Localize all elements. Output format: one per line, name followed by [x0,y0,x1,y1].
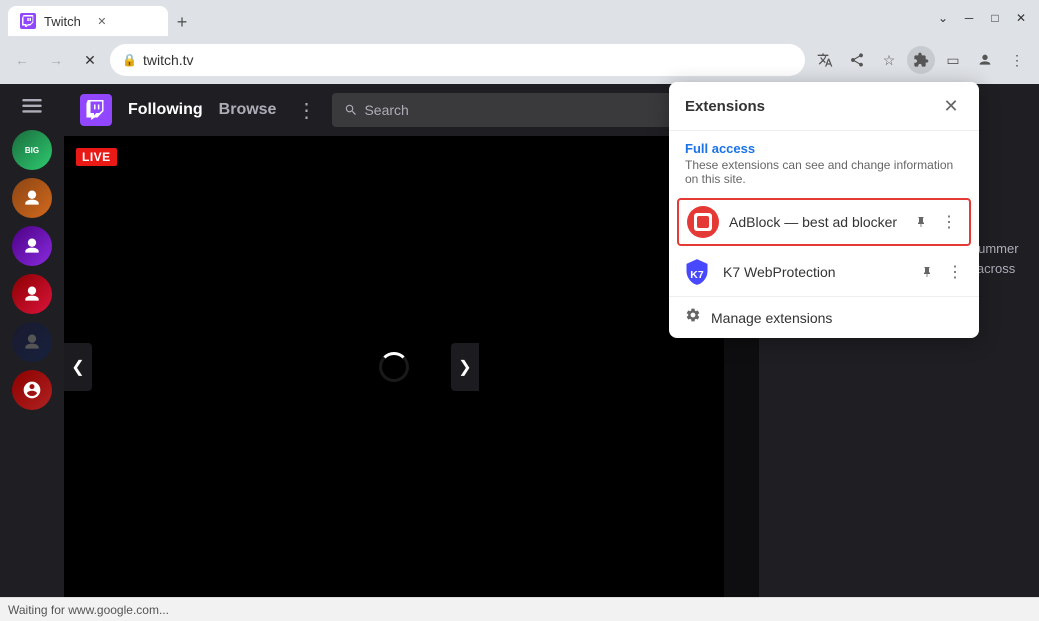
manage-extensions-item[interactable]: Manage extensions [669,296,979,338]
loading-spinner [379,352,409,382]
manage-extensions-label: Manage extensions [711,310,832,326]
svg-text:K7: K7 [690,269,704,281]
k7-name: K7 WebProtection [723,264,905,280]
adblock-name: AdBlock — best ad blocker [729,214,899,230]
adblock-pin-button[interactable] [909,210,933,234]
k7-actions: ⋮ [915,260,967,284]
url-bar[interactable]: 🔒 twitch.tv [110,44,805,76]
left-sidebar: BIG [0,84,64,597]
sidebar-avatar-4[interactable] [12,274,52,314]
twitch-logo[interactable] [80,94,112,126]
menu-icon[interactable]: ⋮ [1003,46,1031,74]
browse-link[interactable]: Browse [219,101,277,119]
status-bar: Waiting for www.google.com... [0,597,1039,621]
status-text: Waiting for www.google.com... [8,603,169,617]
window-controls: ⌄ ─ □ ✕ [933,8,1031,28]
k7-extension-item[interactable]: K7 K7 WebProtection ⋮ [669,248,979,296]
full-access-description: These extensions can see and change info… [685,158,963,186]
prev-button[interactable]: ❮ [64,343,92,391]
minimize-button[interactable]: ─ [959,8,979,28]
k7-icon: K7 [681,256,713,288]
adblock-actions: ⋮ [909,210,961,234]
twitch-tab[interactable]: Twitch ✕ [8,6,168,36]
sidebar-avatar-3[interactable] [12,226,52,266]
forward-button[interactable]: → [42,46,70,74]
tab-bar: Twitch ✕ + [8,0,925,36]
toolbar-icons: ☆ ▭ ⋮ [811,46,1031,74]
k7-more-button[interactable]: ⋮ [943,260,967,284]
next-button[interactable]: ❯ [451,343,479,391]
full-access-title: Full access [685,141,963,156]
sidebar-avatar-2[interactable] [12,178,52,218]
url-text: twitch.tv [143,52,793,68]
extensions-icon[interactable] [907,46,935,74]
popup-title: Extensions [685,98,765,115]
search-bar[interactable]: Search [332,93,672,127]
adblock-extension-item[interactable]: AdBlock — best ad blocker ⋮ [677,198,971,246]
share-icon[interactable] [843,46,871,74]
tab-favicon [20,13,36,29]
maximize-button[interactable]: □ [985,8,1005,28]
following-link[interactable]: Following [128,101,203,119]
sidebar-avatar-5[interactable] [12,322,52,362]
full-access-section: Full access These extensions can see and… [669,131,979,196]
popup-close-button[interactable]: ✕ [939,94,963,118]
close-button[interactable]: ✕ [1011,8,1031,28]
search-placeholder: Search [364,102,408,118]
profile-icon[interactable] [971,46,999,74]
adblock-more-button[interactable]: ⋮ [937,210,961,234]
tab-close-button[interactable]: ✕ [93,12,111,30]
reload-button[interactable]: ✕ [76,46,104,74]
gear-icon [685,307,701,328]
address-bar: ← → ✕ 🔒 twitch.tv ☆ ▭ ⋮ [0,36,1039,84]
back-button[interactable]: ← [8,46,36,74]
chevron-down-icon[interactable]: ⌄ [933,8,953,28]
translate-icon[interactable] [811,46,839,74]
k7-pin-button[interactable] [915,260,939,284]
tab-title: Twitch [44,14,81,29]
nav-more-button[interactable]: ⋮ [296,98,316,123]
extensions-popup: Extensions ✕ Full access These extension… [669,82,979,338]
sidebar-avatar-6[interactable] [12,370,52,410]
video-nav: LIVE ❮ ❯ [64,136,759,597]
video-player[interactable]: LIVE [64,136,724,597]
star-icon[interactable]: ☆ [875,46,903,74]
browser-frame: Twitch ✕ + ⌄ ─ □ ✕ ← → ✕ 🔒 twitch.tv ☆ [0,0,1039,621]
lock-icon: 🔒 [122,53,137,67]
adblock-icon [687,206,719,238]
sidebar-toggle-icon[interactable]: ▭ [939,46,967,74]
live-badge: LIVE [76,148,117,166]
sidebar-home-icon[interactable] [12,92,52,122]
new-tab-button[interactable]: + [168,8,196,36]
title-bar: Twitch ✕ + ⌄ ─ □ ✕ [0,0,1039,36]
sidebar-avatar-1[interactable]: BIG [12,130,52,170]
popup-header: Extensions ✕ [669,82,979,131]
